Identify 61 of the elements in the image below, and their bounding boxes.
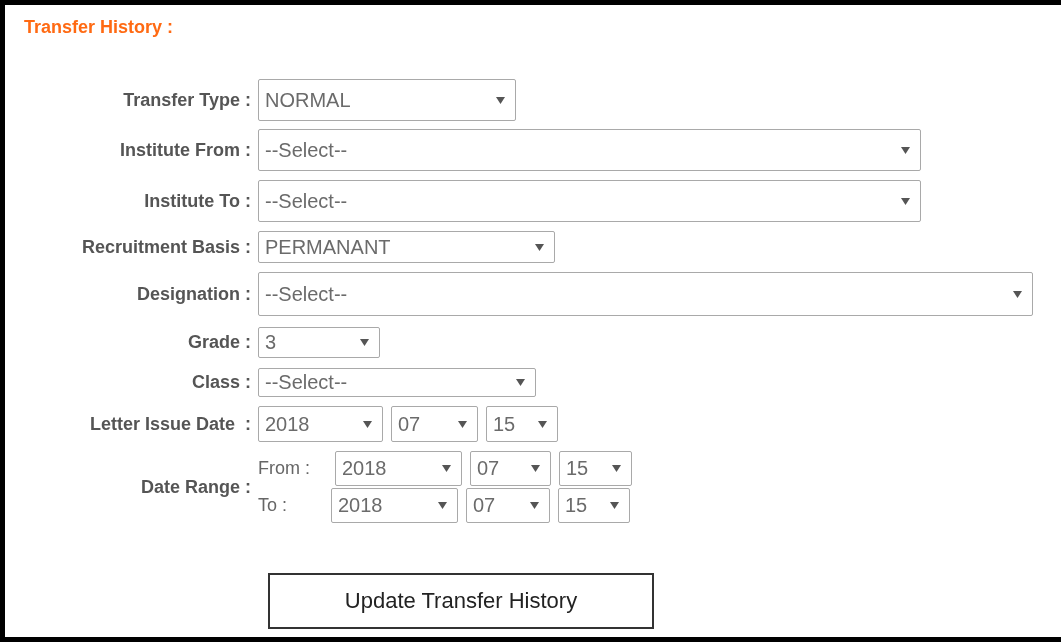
select-value: --Select-- [265,138,349,162]
month-select[interactable]: 07 [470,451,551,486]
field-label: Designation : [136,283,252,305]
select-value: 07 [477,457,501,480]
field-label: Institute To : [143,190,252,212]
year-select[interactable]: 2018 [331,488,458,523]
update-button[interactable]: Update Transfer History [268,573,654,629]
year-select[interactable]: 2018 [335,451,462,486]
caret-icon [538,420,547,428]
field-label: Transfer Type : [122,89,252,111]
day-select[interactable]: 15 [559,451,632,486]
dropdown[interactable]: --Select-- [258,368,536,397]
caret-icon [535,243,544,251]
select-value: 07 [473,494,497,517]
range-label: From : [258,458,311,479]
select-value: PERMANANT [265,235,392,259]
day-select[interactable]: 15 [486,406,558,442]
field-label: Institute From : [119,139,252,161]
field-label: Letter Issue Date : [88,413,252,435]
caret-icon [901,146,910,154]
select-value: 2018 [342,457,388,480]
caret-icon [438,502,447,509]
select-value: 2018 [338,494,384,517]
select-value: --Select-- [265,371,349,394]
field-label: Grade : [186,332,252,353]
dropdown[interactable]: PERMANANT [258,231,555,263]
select-value: --Select-- [265,189,349,213]
field-label: Recruitment Basis : [80,236,252,258]
caret-icon [516,379,525,386]
select-value: 15 [565,494,589,517]
select-value: 3 [265,331,278,354]
month-select[interactable]: 07 [391,406,478,442]
field-label: Class : [190,372,252,393]
range-label: To : [258,495,288,516]
select-value: --Select-- [265,282,349,306]
caret-icon [496,96,505,104]
caret-icon [531,465,540,472]
month-select[interactable]: 07 [466,488,550,523]
caret-icon [458,420,467,428]
caret-icon [1013,290,1022,298]
select-value: NORMAL [265,88,352,112]
select-value: 07 [398,412,422,436]
select-value: 15 [493,412,517,436]
field-label: Date Range : [139,476,252,498]
caret-icon [360,339,369,346]
caret-icon [530,502,539,509]
caret-icon [612,465,621,472]
day-select[interactable]: 15 [558,488,630,523]
section-title: Transfer History : [24,17,174,38]
select-value: 15 [566,457,590,480]
dropdown[interactable]: --Select-- [258,272,1033,316]
caret-icon [363,420,372,428]
select-value: 2018 [265,412,311,436]
caret-icon [901,197,910,205]
caret-icon [442,465,451,472]
dropdown[interactable]: NORMAL [258,79,516,121]
dropdown[interactable]: --Select-- [258,180,921,222]
dropdown[interactable]: 3 [258,327,380,358]
caret-icon [610,502,619,509]
dropdown[interactable]: --Select-- [258,129,921,171]
year-select[interactable]: 2018 [258,406,383,442]
